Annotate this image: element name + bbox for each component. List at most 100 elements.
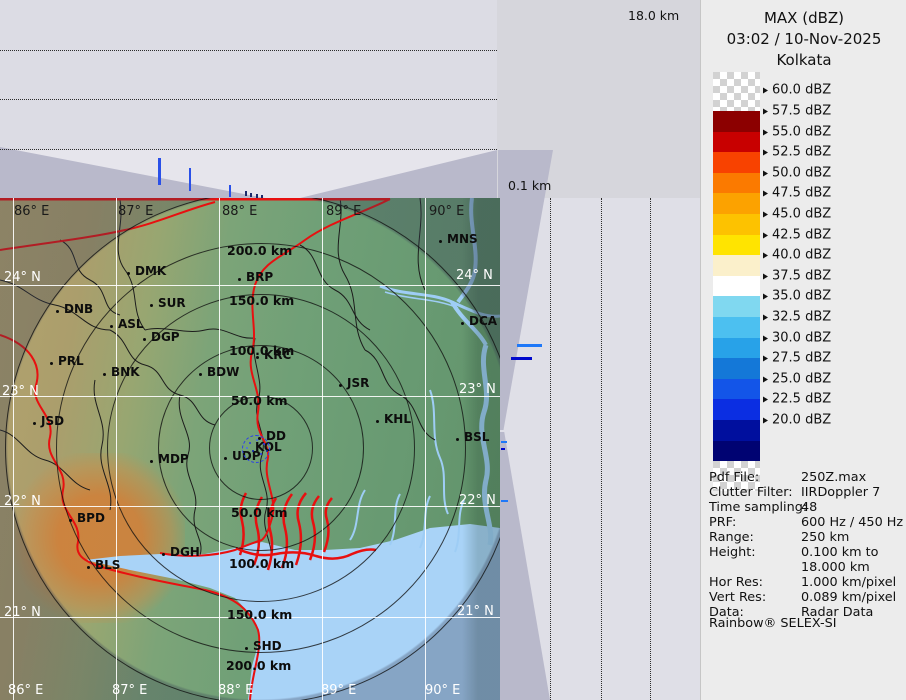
metadata-value: 18.000 km <box>801 560 870 575</box>
dbz-tick-label: 22.5 dBZ <box>763 392 831 407</box>
geo-label: 89° E <box>326 204 361 219</box>
ppi-map-viewport[interactable]: 86° E87° E88° E89° E90° E86° E87° E88° E… <box>0 198 500 700</box>
metadata-value: 250 km <box>801 530 849 545</box>
city-dot <box>69 519 72 522</box>
echo-bar <box>501 441 507 443</box>
metadata-value: 250Z.max <box>801 470 866 485</box>
range-ring-label: 100.0 km <box>229 556 294 571</box>
tick-arrow-icon <box>763 376 768 382</box>
city-label: DCA <box>469 314 497 328</box>
city-label: BNK <box>111 365 140 379</box>
echo-pixel <box>256 439 258 441</box>
dbz-tick-label: 30.0 dBZ <box>763 330 831 345</box>
colorbar-band <box>713 441 760 462</box>
range-ring-label: 150.0 km <box>229 293 294 308</box>
geo-label: 88° E <box>218 683 253 698</box>
tick-arrow-icon <box>763 315 768 321</box>
geo-label: 86° E <box>8 683 43 698</box>
metadata-value: 1.000 km/pixel <box>801 575 896 590</box>
metadata-label: Clutter Filter: <box>709 485 793 500</box>
geo-label: 90° E <box>429 204 464 219</box>
colorbar-band <box>713 132 760 153</box>
colorbar-band <box>713 255 760 276</box>
geo-label: 24° N <box>4 270 41 285</box>
city-dot <box>238 278 241 281</box>
city-dot <box>150 460 153 463</box>
geo-label: 88° E <box>222 204 257 219</box>
dbz-colorbar <box>713 72 760 491</box>
echo-bar <box>250 193 252 197</box>
city-label: JSR <box>347 376 369 390</box>
city-label: DGH <box>170 545 200 559</box>
metadata-value: 0.100 km to <box>801 545 879 560</box>
colorbar-band <box>713 173 760 194</box>
tick-arrow-icon <box>763 170 768 176</box>
tick-arrow-icon <box>763 253 768 259</box>
city-label: DNB <box>64 302 93 316</box>
dbz-tick-label: 37.5 dBZ <box>763 268 831 283</box>
product-title: MAX (dBZ) <box>701 8 906 29</box>
dbz-tick-label: 52.5 dBZ <box>763 145 831 160</box>
legend-header: MAX (dBZ) 03:02 / 10-Nov-2025 Kolkata <box>701 8 906 71</box>
dbz-tick-label: 47.5 dBZ <box>763 186 831 201</box>
ns-gridline <box>550 198 551 700</box>
tick-arrow-icon <box>763 418 768 424</box>
height-axis-min-label: 0.1 km <box>508 178 551 193</box>
range-ring-label: 200.0 km <box>227 243 292 258</box>
city-dot <box>245 647 248 650</box>
dbz-tick-label: 32.5 dBZ <box>763 310 831 325</box>
city-dot <box>56 310 59 313</box>
tick-arrow-icon <box>763 335 768 341</box>
city-dot <box>456 438 459 441</box>
geo-label: 87° E <box>112 683 147 698</box>
dbz-tick-label: 50.0 dBZ <box>763 165 831 180</box>
city-label: MNS <box>447 232 478 246</box>
dbz-tick-label: 60.0 dBZ <box>763 83 831 98</box>
echo-bar <box>229 185 231 197</box>
metadata-label: Height: <box>709 545 756 560</box>
city-label: JSD <box>41 414 64 428</box>
dbz-tick-label: 57.5 dBZ <box>763 104 831 119</box>
ew-cross-section-panel <box>0 0 497 198</box>
city-label: MDP <box>158 452 189 466</box>
tick-arrow-icon <box>763 397 768 403</box>
range-ring-label: 200.0 km <box>226 658 291 673</box>
city-dot <box>376 420 379 423</box>
dbz-tick-label: 40.0 dBZ <box>763 248 831 263</box>
metadata-value: IIRDoppler 7 <box>801 485 880 500</box>
city-dot <box>461 322 464 325</box>
colorbar-band <box>713 379 760 400</box>
tick-arrow-icon <box>763 191 768 197</box>
tick-arrow-icon <box>763 356 768 362</box>
echo-pixel <box>266 450 268 452</box>
city-label: SUR <box>158 296 186 310</box>
city-label: DGP <box>151 330 180 344</box>
echo-pixel <box>263 443 265 445</box>
ew-gridline <box>0 50 497 51</box>
longitude-line <box>116 198 117 700</box>
city-dot <box>339 384 342 387</box>
geo-label: 89° E <box>321 683 356 698</box>
colorbar-band <box>713 152 760 173</box>
echo-bar <box>189 168 191 191</box>
colorbar-band <box>713 296 760 317</box>
echo-pixel <box>249 442 251 444</box>
city-dot <box>87 566 90 569</box>
city-label: PRL <box>58 354 84 368</box>
colorbar-band <box>713 214 760 235</box>
tick-arrow-icon <box>763 109 768 115</box>
range-ring-label: 50.0 km <box>231 505 288 520</box>
city-label: BLS <box>95 558 120 572</box>
city-label: SHD <box>253 639 282 653</box>
tick-arrow-icon <box>763 150 768 156</box>
geo-label: 22° N <box>4 494 41 509</box>
product-datetime: 03:02 / 10-Nov-2025 <box>701 29 906 50</box>
software-brand: Rainbow® SELEX-SI <box>709 616 836 631</box>
echo-pixel <box>252 450 254 452</box>
colorbar-band <box>713 317 760 338</box>
city-label: DMK <box>135 264 166 278</box>
colorbar-transparent-band <box>713 72 760 111</box>
city-label: BRP <box>246 270 273 284</box>
tick-arrow-icon <box>763 232 768 238</box>
colorbar-band <box>713 235 760 256</box>
